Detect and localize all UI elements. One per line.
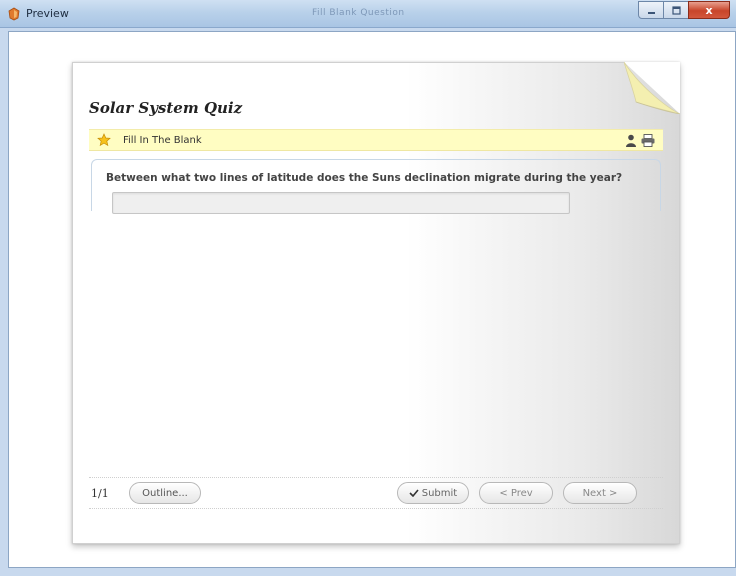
window-title: Preview	[26, 7, 69, 20]
maximize-icon	[671, 5, 681, 15]
star-icon	[97, 133, 111, 147]
quiz-page: Solar System Quiz Fill In The Blank Betw…	[72, 62, 680, 544]
close-button[interactable]: x	[688, 1, 730, 19]
prev-button[interactable]: < Prev	[479, 482, 553, 504]
minimize-button[interactable]	[638, 1, 664, 19]
maximize-button[interactable]	[663, 1, 689, 19]
outline-button[interactable]: Outline...	[129, 482, 201, 504]
quiz-title: Solar System Quiz	[89, 99, 243, 117]
printer-icon[interactable]	[641, 134, 655, 147]
next-button-label: Next >	[582, 487, 618, 499]
app-icon	[8, 7, 20, 21]
minimize-icon	[647, 11, 655, 14]
check-icon	[409, 489, 419, 497]
window-controls: x	[638, 1, 730, 19]
next-button[interactable]: Next >	[563, 482, 637, 504]
prev-button-label: < Prev	[499, 487, 533, 499]
submit-button-label: Submit	[421, 487, 458, 499]
answer-input[interactable]	[112, 192, 570, 214]
question-type-label: Fill In The Blank	[123, 135, 202, 146]
outline-button-label: Outline...	[142, 487, 188, 499]
submit-button[interactable]: Submit	[397, 482, 469, 504]
window-title-bar[interactable]: Preview Fill Blank Question x	[0, 0, 736, 28]
question-type-bar: Fill In The Blank	[89, 129, 663, 151]
page-curl-icon	[624, 62, 680, 114]
navigation-footer: 1/1 Outline... Submit < Prev Next >	[89, 477, 663, 509]
person-icon[interactable]	[625, 134, 637, 147]
question-counter: 1/1	[91, 487, 109, 500]
question-text: Between what two lines of latitude does …	[106, 172, 623, 184]
question-panel: Between what two lines of latitude does …	[91, 159, 661, 214]
window-center-title: Fill Blank Question	[312, 8, 405, 18]
